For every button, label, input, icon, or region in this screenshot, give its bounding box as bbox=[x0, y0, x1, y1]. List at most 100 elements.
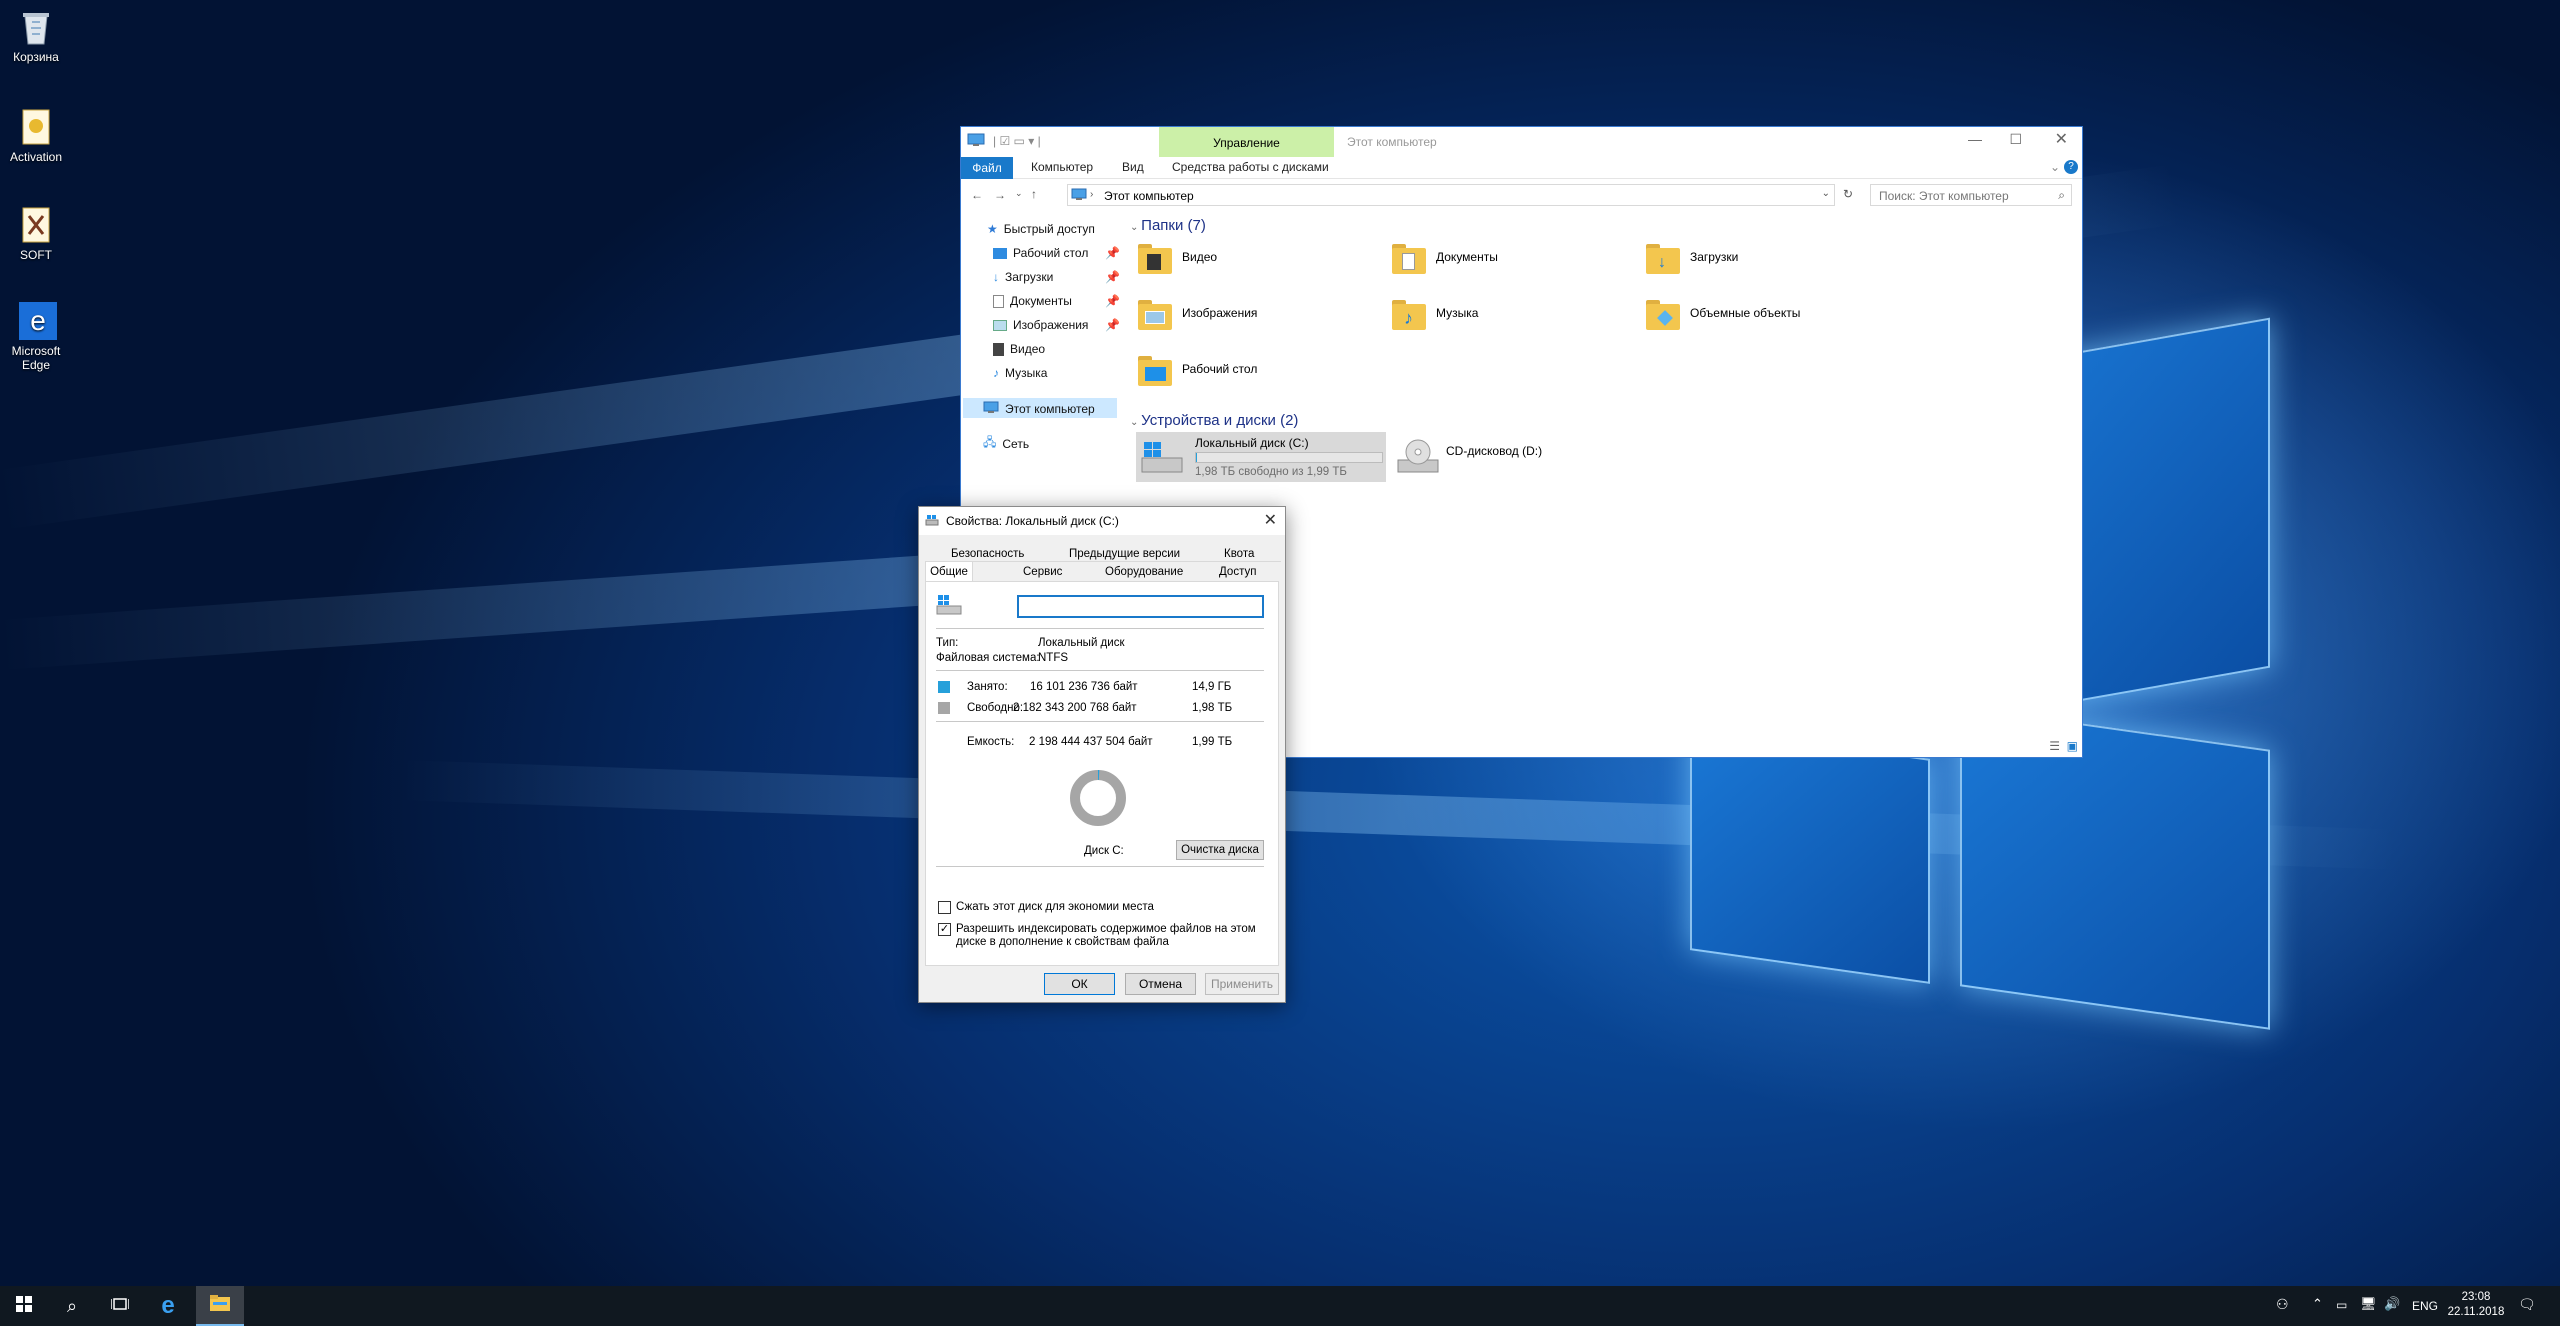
folders-group-header[interactable]: ⌄ Папки (7) bbox=[1130, 217, 1206, 234]
nav-item-documents[interactable]: Документы 📌 bbox=[993, 294, 1120, 308]
taskbar-edge[interactable]: e bbox=[144, 1286, 192, 1326]
nav-network[interactable]: 🖧 Сеть bbox=[983, 433, 1029, 454]
nav-quick-access[interactable]: ★ Быстрый доступ bbox=[987, 222, 1095, 236]
tab-view[interactable]: Вид bbox=[1122, 160, 1144, 174]
folder-tile-3d-objects[interactable]: Объемные объекты bbox=[1646, 296, 1800, 330]
activation-desktop-icon[interactable]: Activation bbox=[6, 108, 66, 164]
task-view-button[interactable] bbox=[96, 1286, 144, 1326]
pin-icon[interactable]: 📌 bbox=[1105, 318, 1120, 332]
minimize-button[interactable]: — bbox=[1968, 131, 1982, 147]
nav-this-pc[interactable]: Этот компьютер bbox=[983, 401, 1095, 417]
close-button[interactable]: ✕ bbox=[1264, 510, 1277, 530]
refresh-icon[interactable]: ↻ bbox=[1843, 187, 1853, 201]
tiles-view-icon[interactable]: ▣ bbox=[2067, 739, 2078, 753]
ribbon-expand-icon[interactable]: ⌄ bbox=[2050, 160, 2060, 174]
video-icon bbox=[993, 342, 1004, 356]
folder-tile-desktop[interactable]: Рабочий стол bbox=[1138, 352, 1257, 386]
recycle-bin-desktop-icon[interactable]: Корзина bbox=[6, 8, 66, 64]
tab-sharing[interactable]: Доступ bbox=[1219, 566, 1256, 578]
nav-item-pictures[interactable]: Изображения 📌 bbox=[993, 318, 1120, 332]
pin-icon[interactable]: 📌 bbox=[1105, 294, 1120, 308]
properties-dialog[interactable]: Свойства: Локальный диск (C:) ✕ Безопасн… bbox=[918, 506, 1286, 1003]
tab-previous-versions[interactable]: Предыдущие версии bbox=[1069, 548, 1180, 560]
tab-security[interactable]: Безопасность bbox=[951, 548, 1024, 560]
divider bbox=[936, 866, 1264, 867]
nav-label: Видео bbox=[1010, 342, 1046, 356]
help-icon[interactable]: ? bbox=[2064, 160, 2078, 174]
tab-general[interactable]: Общие bbox=[925, 561, 973, 582]
tab-computer[interactable]: Компьютер bbox=[1031, 160, 1093, 174]
search-button[interactable]: ⌕ bbox=[48, 1286, 96, 1326]
drive-tile-d[interactable]: CD-дисковод (D:) bbox=[1394, 432, 1594, 482]
volume-icon[interactable]: 🔊 bbox=[2384, 1296, 2400, 1312]
explorer-titlebar[interactable]: | ☑ ▭ ▾ | Управление Этот компьютер — ☐ … bbox=[961, 127, 2082, 157]
start-button[interactable] bbox=[0, 1286, 48, 1326]
people-icon[interactable]: ⚇ bbox=[2276, 1296, 2289, 1313]
close-button[interactable]: ✕ bbox=[2055, 129, 2068, 149]
up-arrow-icon[interactable]: ↑ bbox=[1031, 187, 1037, 201]
folder-tile-downloads[interactable]: ↓ Загрузки bbox=[1646, 240, 1738, 274]
windows-logo-pane bbox=[1690, 725, 1930, 984]
details-view-icon[interactable]: ☰ bbox=[2049, 739, 2060, 753]
compress-checkbox[interactable] bbox=[938, 901, 951, 914]
show-hidden-icons-chevron[interactable]: ⌃ bbox=[2312, 1296, 2323, 1312]
ok-button[interactable]: ОК bbox=[1044, 973, 1115, 995]
address-bar[interactable]: › Этот компьютер ⌄ bbox=[1067, 184, 1835, 206]
folder-tile-videos[interactable]: Видео bbox=[1138, 240, 1217, 274]
3d-objects-folder-icon bbox=[1646, 296, 1680, 330]
drive-tile-c[interactable]: Локальный диск (C:) 1,98 ТБ свободно из … bbox=[1136, 432, 1386, 482]
tab-hardware[interactable]: Оборудование bbox=[1105, 566, 1183, 578]
tab-row-divider bbox=[927, 561, 1281, 562]
recycle-bin-icon bbox=[19, 8, 53, 46]
tab-file[interactable]: Файл bbox=[961, 157, 1013, 179]
used-space-swatch bbox=[938, 681, 950, 693]
drive-free-space: 1,98 ТБ свободно из 1,99 ТБ bbox=[1195, 466, 1347, 478]
folder-tile-pictures[interactable]: Изображения bbox=[1138, 296, 1257, 330]
safely-remove-hardware-icon[interactable]: ▭ bbox=[2336, 1298, 2347, 1312]
nav-item-music[interactable]: ♪ Музыка bbox=[993, 366, 1047, 380]
cancel-button[interactable]: Отмена bbox=[1125, 973, 1196, 995]
index-checkbox[interactable]: ✓ bbox=[938, 923, 951, 936]
clock[interactable]: 23:08 22.11.2018 bbox=[2444, 1290, 2508, 1320]
tab-service[interactable]: Сервис bbox=[1023, 566, 1062, 578]
nav-item-downloads[interactable]: ↓ Загрузки 📌 bbox=[993, 270, 1120, 284]
drives-group-header[interactable]: ⌄ Устройства и диски (2) bbox=[1130, 412, 1298, 429]
drive-name-input[interactable] bbox=[1017, 595, 1264, 618]
language-indicator[interactable]: ENG bbox=[2412, 1299, 2438, 1313]
edge-desktop-icon[interactable]: e Microsoft Edge bbox=[6, 302, 66, 372]
action-center-icon[interactable]: 🗨 bbox=[2518, 1296, 2536, 1313]
apply-button[interactable]: Применить bbox=[1205, 973, 1279, 995]
group-header-label: Папки (7) bbox=[1141, 217, 1206, 234]
maximize-button[interactable]: ☐ bbox=[2009, 131, 2022, 148]
folder-label: Видео bbox=[1182, 250, 1218, 264]
nav-item-desktop[interactable]: Рабочий стол 📌 bbox=[993, 246, 1120, 260]
back-arrow-icon[interactable]: ← bbox=[971, 188, 983, 202]
quick-access-toolbar[interactable]: | ☑ ▭ ▾ | bbox=[993, 134, 1041, 148]
forward-arrow-icon[interactable]: → bbox=[994, 188, 1006, 202]
tab-quota[interactable]: Квота bbox=[1224, 548, 1254, 560]
network-tray-icon[interactable]: 🖥 bbox=[2360, 1296, 2377, 1312]
edge-icon: e bbox=[161, 1292, 175, 1319]
folder-tile-music[interactable]: ♪ Музыка bbox=[1392, 296, 1478, 330]
divider bbox=[936, 670, 1264, 671]
address-bar-row: ← → ⌄ ↑ › Этот компьютер ⌄ ↻ Поиск: Этот… bbox=[961, 182, 2082, 212]
type-label: Тип: bbox=[936, 637, 959, 649]
nav-item-videos[interactable]: Видео bbox=[993, 342, 1045, 356]
disk-cleanup-button[interactable]: Очистка диска bbox=[1176, 840, 1264, 860]
taskbar-file-explorer[interactable] bbox=[196, 1286, 244, 1326]
tab-label: Общие bbox=[930, 566, 968, 578]
nav-label: Загрузки bbox=[1005, 270, 1054, 284]
recent-dropdown-icon[interactable]: ⌄ bbox=[1015, 188, 1023, 199]
tab-disk-tools[interactable]: Средства работы с дисками bbox=[1172, 160, 1329, 174]
address-dropdown-icon[interactable]: ⌄ bbox=[1822, 188, 1830, 199]
soft-desktop-icon[interactable]: SOFT bbox=[6, 206, 66, 262]
nav-label: Рабочий стол bbox=[1013, 246, 1089, 260]
filesystem-label: Файловая система: bbox=[936, 652, 1040, 664]
folder-label: Документы bbox=[1436, 250, 1498, 264]
dialog-titlebar[interactable]: Свойства: Локальный диск (C:) ✕ bbox=[919, 507, 1285, 535]
video-folder-icon bbox=[1138, 240, 1172, 274]
pin-icon[interactable]: 📌 bbox=[1105, 246, 1120, 260]
pin-icon[interactable]: 📌 bbox=[1105, 270, 1120, 284]
search-input[interactable]: Поиск: Этот компьютер ⌕ bbox=[1870, 184, 2072, 206]
folder-tile-documents[interactable]: Документы bbox=[1392, 240, 1498, 274]
